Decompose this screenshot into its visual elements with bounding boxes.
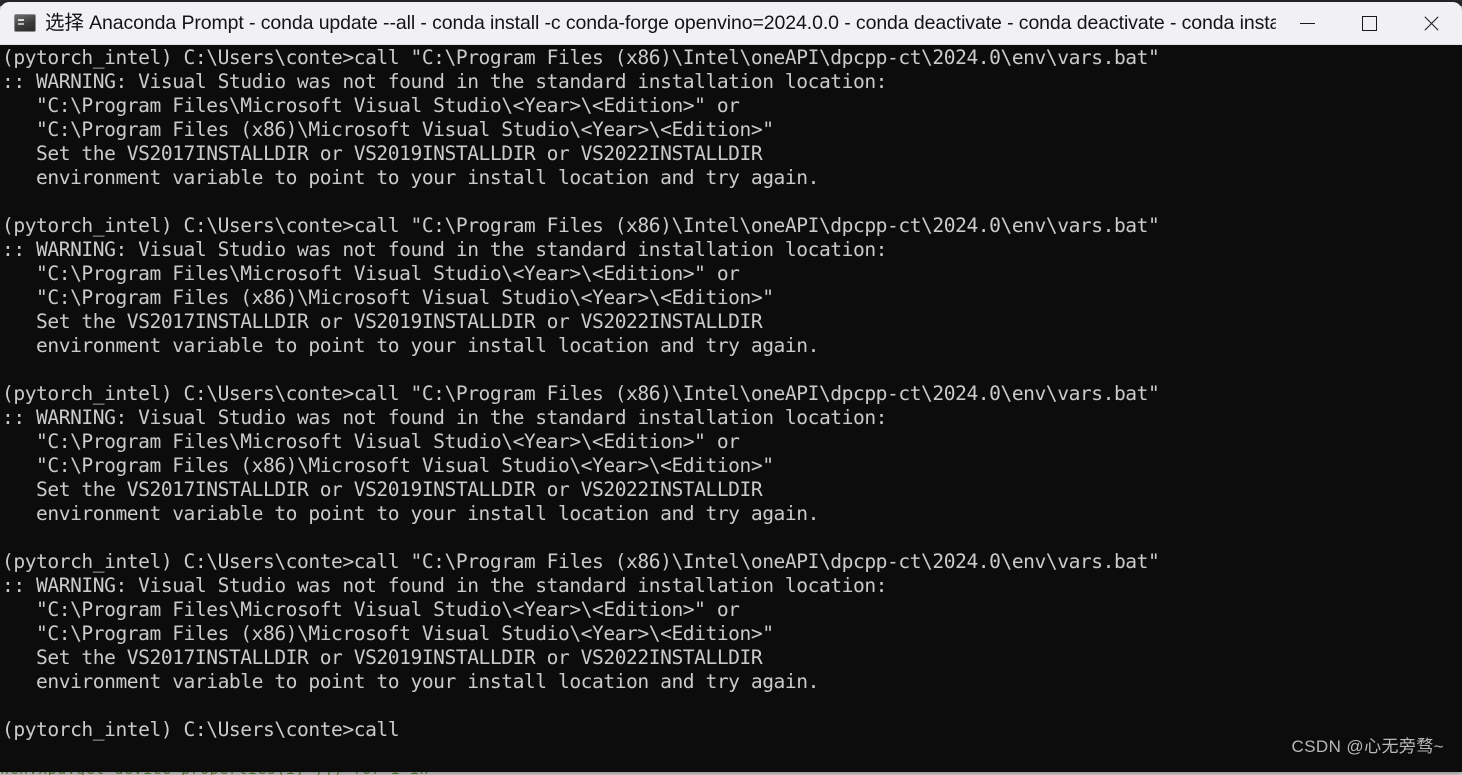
minimize-icon xyxy=(1299,22,1315,24)
console-text: (pytorch_intel) C:\Users\conte>call "C:\… xyxy=(2,46,1160,741)
anaconda-prompt-window: 选择 Anaconda Prompt - conda update --all … xyxy=(0,2,1462,772)
window-titlebar[interactable]: 选择 Anaconda Prompt - conda update --all … xyxy=(0,2,1462,45)
console-icon xyxy=(14,14,36,32)
window-title: 选择 Anaconda Prompt - conda update --all … xyxy=(45,12,1276,34)
minimize-button[interactable] xyxy=(1276,2,1338,44)
watermark: CSDN @心无旁骛~ xyxy=(1291,737,1444,756)
close-button[interactable] xyxy=(1400,2,1462,44)
maximize-button[interactable] xyxy=(1338,2,1400,44)
close-icon xyxy=(1423,15,1440,32)
maximize-icon xyxy=(1361,15,1377,31)
console-output-area[interactable]: (pytorch_intel) C:\Users\conte>call "C:\… xyxy=(0,45,1462,772)
